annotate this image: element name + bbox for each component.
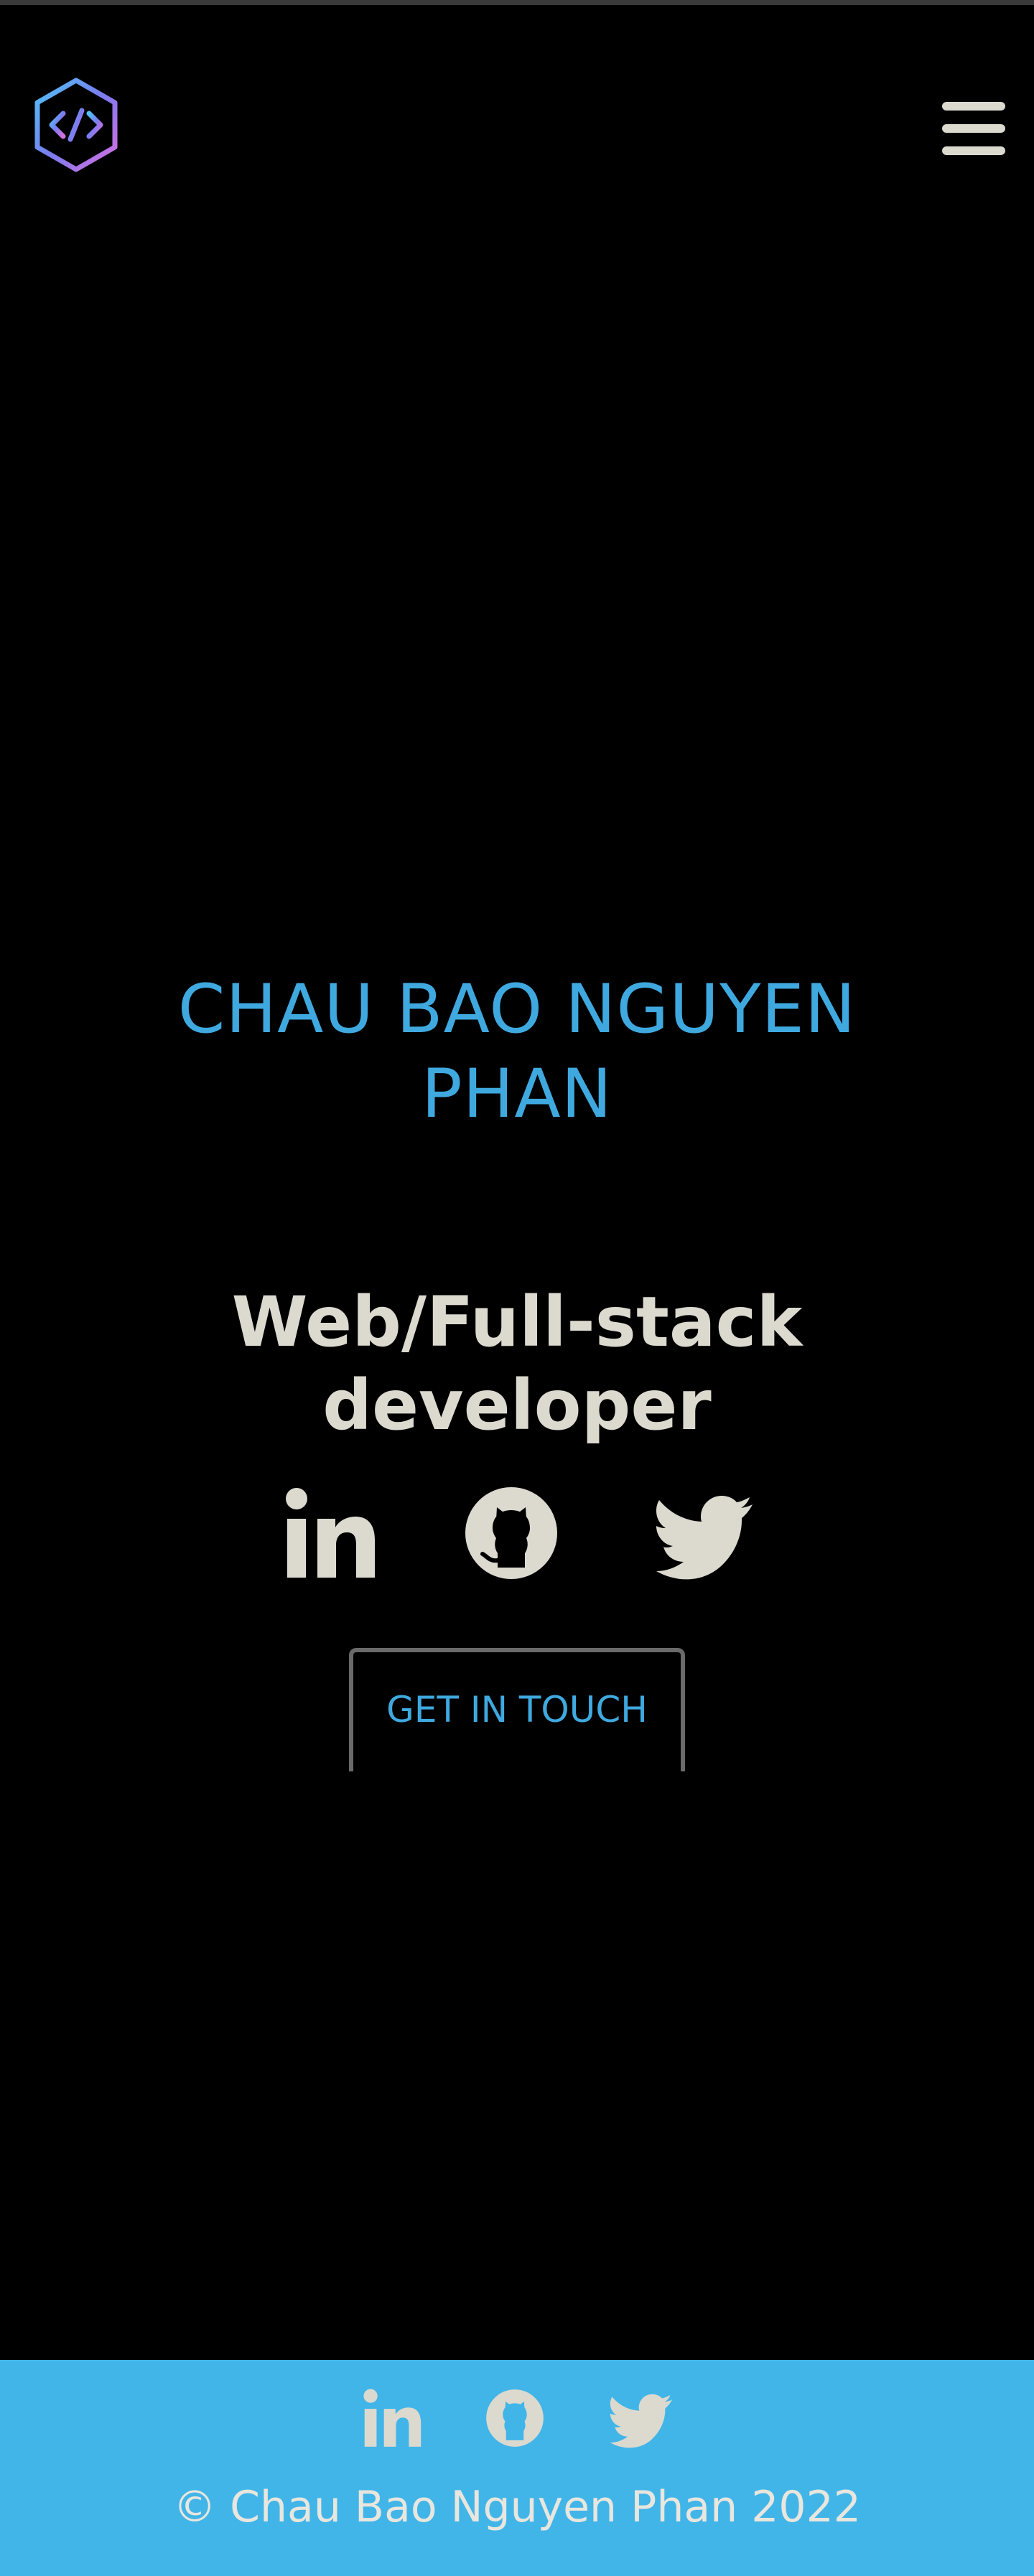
hero-role-line2: developer [322, 1365, 712, 1446]
footer-social-links [0, 2379, 1034, 2458]
linkedin-link[interactable] [279, 1483, 379, 1583]
github-icon [486, 2389, 544, 2447]
hero-social-links [0, 1483, 1034, 1583]
linkedin-icon [286, 1488, 375, 1578]
github-icon [465, 1487, 557, 1579]
top-border [0, 0, 1034, 5]
footer-twitter-link[interactable] [607, 2386, 672, 2450]
twitter-link[interactable] [652, 1483, 753, 1583]
footer-linkedin-link[interactable] [359, 2386, 424, 2450]
hamburger-menu-icon [942, 102, 1005, 155]
get-in-touch-button[interactable]: GET IN TOUCH [349, 1648, 685, 1771]
hero-role: Web/Full-stack developer [0, 1280, 1034, 1447]
twitter-icon [656, 1496, 753, 1580]
hero-name: CHAU BAO NGUYEN PHAN [0, 968, 1034, 1137]
hero-role-line1: Web/Full-stack [231, 1282, 803, 1362]
hero-name-line2: PHAN [421, 1055, 613, 1133]
twitter-icon [610, 2394, 672, 2448]
footer-github-link[interactable] [483, 2386, 547, 2450]
hamburger-menu-button[interactable] [938, 96, 1010, 161]
hero-name-line1: CHAU BAO NGUYEN [177, 970, 857, 1049]
footer: © Chau Bao Nguyen Phan 2022 [0, 2360, 1034, 2576]
github-link[interactable] [461, 1483, 562, 1583]
linkedin-icon [363, 2389, 421, 2447]
footer-copyright: © Chau Bao Nguyen Phan 2022 [173, 2482, 861, 2532]
code-hexagon-icon[interactable] [32, 76, 121, 174]
